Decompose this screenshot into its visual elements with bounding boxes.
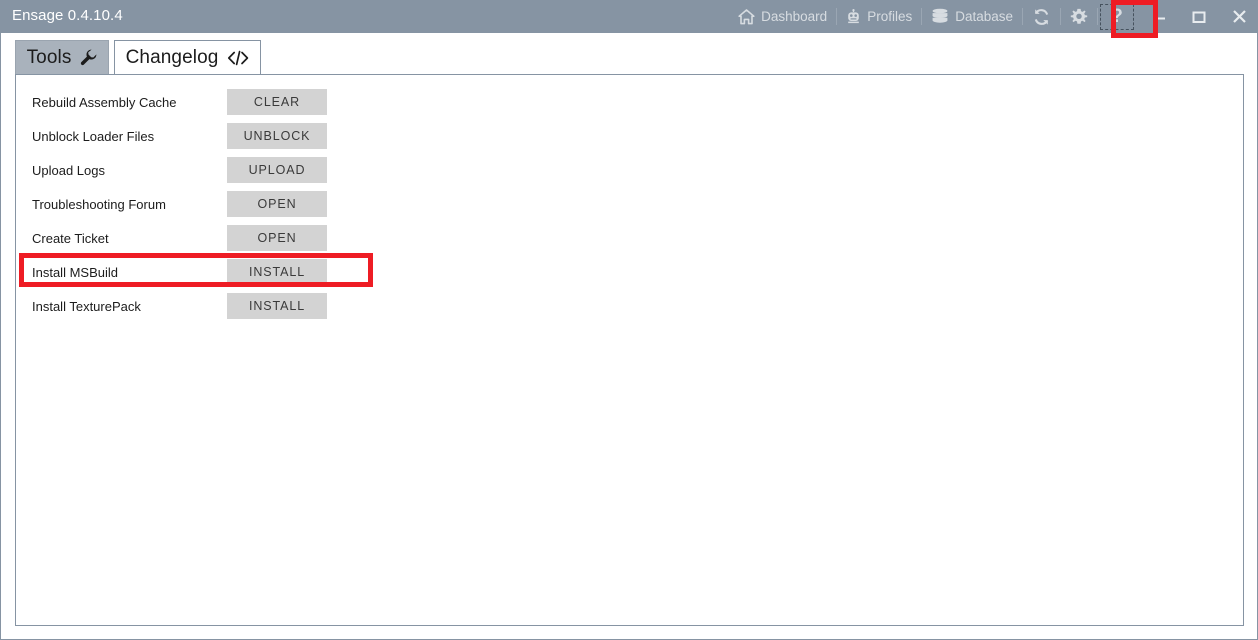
toolbar-item-database[interactable]: Database [924,0,1020,33]
title-bar-toolbar: Dashboard Profiles Database ? [731,0,1134,33]
maximize-button[interactable] [1179,0,1219,33]
toolbar-item-database-label: Database [955,9,1013,24]
title-bar: Ensage 0.4.10.4 Dashboard Profiles Datab… [1,0,1258,33]
install-texturepack-button[interactable]: INSTALL [227,293,327,319]
tool-label: Create Ticket [32,230,109,246]
refresh-icon [1032,8,1051,26]
toolbar-divider [836,8,838,25]
table-row: Install MSBuild INSTALL [16,255,376,289]
content-panel: Rebuild Assembly Cache CLEAR Unblock Loa… [15,74,1244,626]
maximize-icon [1192,10,1206,24]
database-icon [931,8,949,25]
help-button-container: ? [1100,0,1134,33]
install-msbuild-button[interactable]: INSTALL [227,259,327,285]
application-window: Ensage 0.4.10.4 Dashboard Profiles Datab… [0,0,1258,640]
toolbar-divider [1097,8,1098,25]
table-row: Troubleshooting Forum OPEN [16,187,376,221]
table-row: Upload Logs UPLOAD [16,153,376,187]
tool-label: Rebuild Assembly Cache [32,94,177,110]
toolbar-item-refresh[interactable] [1025,0,1058,33]
toolbar-divider [921,8,923,25]
table-row: Rebuild Assembly Cache CLEAR [16,85,376,119]
robot-icon [846,8,861,25]
toolbar-item-dashboard-label: Dashboard [761,9,828,24]
table-row: Unblock Loader Files UNBLOCK [16,119,376,153]
wrench-icon [80,49,97,66]
home-icon [738,8,755,25]
window-controls [1139,0,1258,33]
minimize-button[interactable] [1139,0,1179,33]
tab-tools-label: Tools [26,46,72,68]
toolbar-item-dashboard[interactable]: Dashboard [731,0,834,33]
tab-changelog-label: Changelog [125,46,219,68]
tool-label: Upload Logs [32,162,105,178]
toolbar-divider [1060,8,1061,25]
tab-tools[interactable]: Tools [15,40,109,75]
tool-label: Troubleshooting Forum [32,196,166,212]
table-row: Create Ticket OPEN [16,221,376,255]
troubleshooting-forum-button[interactable]: OPEN [227,191,327,217]
toolbar-item-profiles-label: Profiles [867,9,913,24]
gear-icon [1070,8,1088,26]
toolbar-divider [1022,8,1023,25]
close-button[interactable] [1219,0,1258,33]
tools-list: Rebuild Assembly Cache CLEAR Unblock Loa… [16,85,376,323]
tool-label: Unblock Loader Files [32,128,155,144]
tool-label: Install TexturePack [32,298,141,314]
tab-changelog[interactable]: Changelog [114,40,261,75]
code-icon [227,50,249,66]
toolbar-item-profiles[interactable]: Profiles [839,0,919,33]
table-row: Install TexturePack INSTALL [16,289,376,323]
tab-strip: Tools Changelog [1,33,1258,75]
minimize-icon [1152,11,1166,23]
unblock-loader-files-button[interactable]: UNBLOCK [227,123,327,149]
toolbar-item-settings[interactable] [1063,0,1095,33]
application-title: Ensage 0.4.10.4 [12,7,123,24]
help-button[interactable]: ? [1100,3,1134,30]
tool-label: Install MSBuild [32,264,118,280]
rebuild-assembly-cache-button[interactable]: CLEAR [227,89,327,115]
create-ticket-button[interactable]: OPEN [227,225,327,251]
close-icon [1232,9,1247,24]
upload-logs-button[interactable]: UPLOAD [227,157,327,183]
